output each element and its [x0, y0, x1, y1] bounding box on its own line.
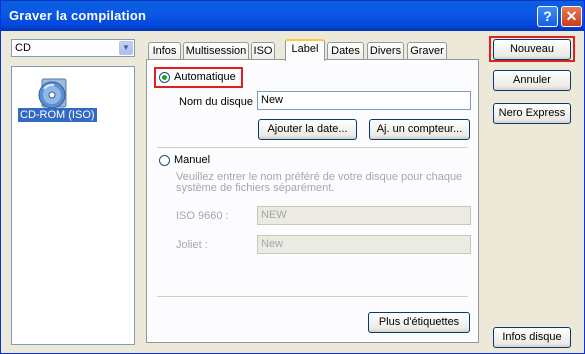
list-item-label: CD-ROM (ISO)	[18, 108, 97, 122]
add-counter-button[interactable]: Aj. un compteur...	[369, 119, 470, 140]
tab-graver[interactable]: Graver	[407, 42, 447, 60]
media-type-select[interactable]: CD ▼	[11, 39, 135, 57]
disc-name-field[interactable]: New	[257, 91, 471, 110]
automatic-label: Automatique	[174, 71, 236, 83]
manual-hint-text: Veuillez entrer le nom préféré de votre …	[176, 171, 463, 194]
iso9660-label: ISO 9660 :	[176, 210, 229, 222]
tab-multisession[interactable]: Multisession	[183, 42, 249, 60]
tab-infos[interactable]: Infos	[148, 42, 181, 60]
label-tab-panel: Automatique Nom du disque : New Ajouter …	[146, 59, 479, 343]
manual-radio[interactable]	[159, 155, 170, 166]
radio-selected-dot	[162, 75, 167, 80]
burn-compilation-dialog: Graver la compilation ? ✕ CD ▼ CD-ROM (I…	[0, 0, 585, 354]
close-button[interactable]: ✕	[561, 6, 582, 27]
cd-rom-iso-icon	[38, 78, 67, 109]
joliet-label: Joliet :	[176, 239, 208, 251]
window-title: Graver la compilation	[9, 8, 147, 23]
disc-name-label: Nom du disque :	[179, 96, 260, 108]
disc-info-button[interactable]: Infos disque	[493, 327, 571, 348]
media-type-value: CD	[15, 42, 31, 54]
automatic-radio[interactable]	[159, 72, 170, 83]
tab-divers[interactable]: Divers	[367, 42, 404, 60]
compilation-type-list[interactable]: CD-ROM (ISO)	[11, 66, 135, 345]
joliet-field[interactable]: New	[257, 235, 471, 254]
tab-label[interactable]: Label	[285, 39, 325, 61]
iso9660-field[interactable]: NEW	[257, 206, 471, 225]
nero-express-button[interactable]: Nero Express	[493, 103, 571, 124]
manual-label: Manuel	[174, 154, 211, 166]
add-date-button[interactable]: Ajouter la date...	[258, 119, 357, 140]
cancel-button[interactable]: Annuler	[493, 70, 571, 91]
title-bar[interactable]: Graver la compilation ? ✕	[1, 1, 584, 31]
tab-dates[interactable]: Dates	[327, 42, 364, 60]
new-button[interactable]: Nouveau	[493, 39, 571, 60]
more-labels-button[interactable]: Plus d'étiquettes	[368, 312, 470, 333]
help-button[interactable]: ?	[537, 6, 558, 27]
divider	[157, 147, 468, 148]
divider	[157, 296, 468, 297]
chevron-down-icon[interactable]: ▼	[119, 41, 133, 55]
tab-iso[interactable]: ISO	[251, 42, 275, 60]
